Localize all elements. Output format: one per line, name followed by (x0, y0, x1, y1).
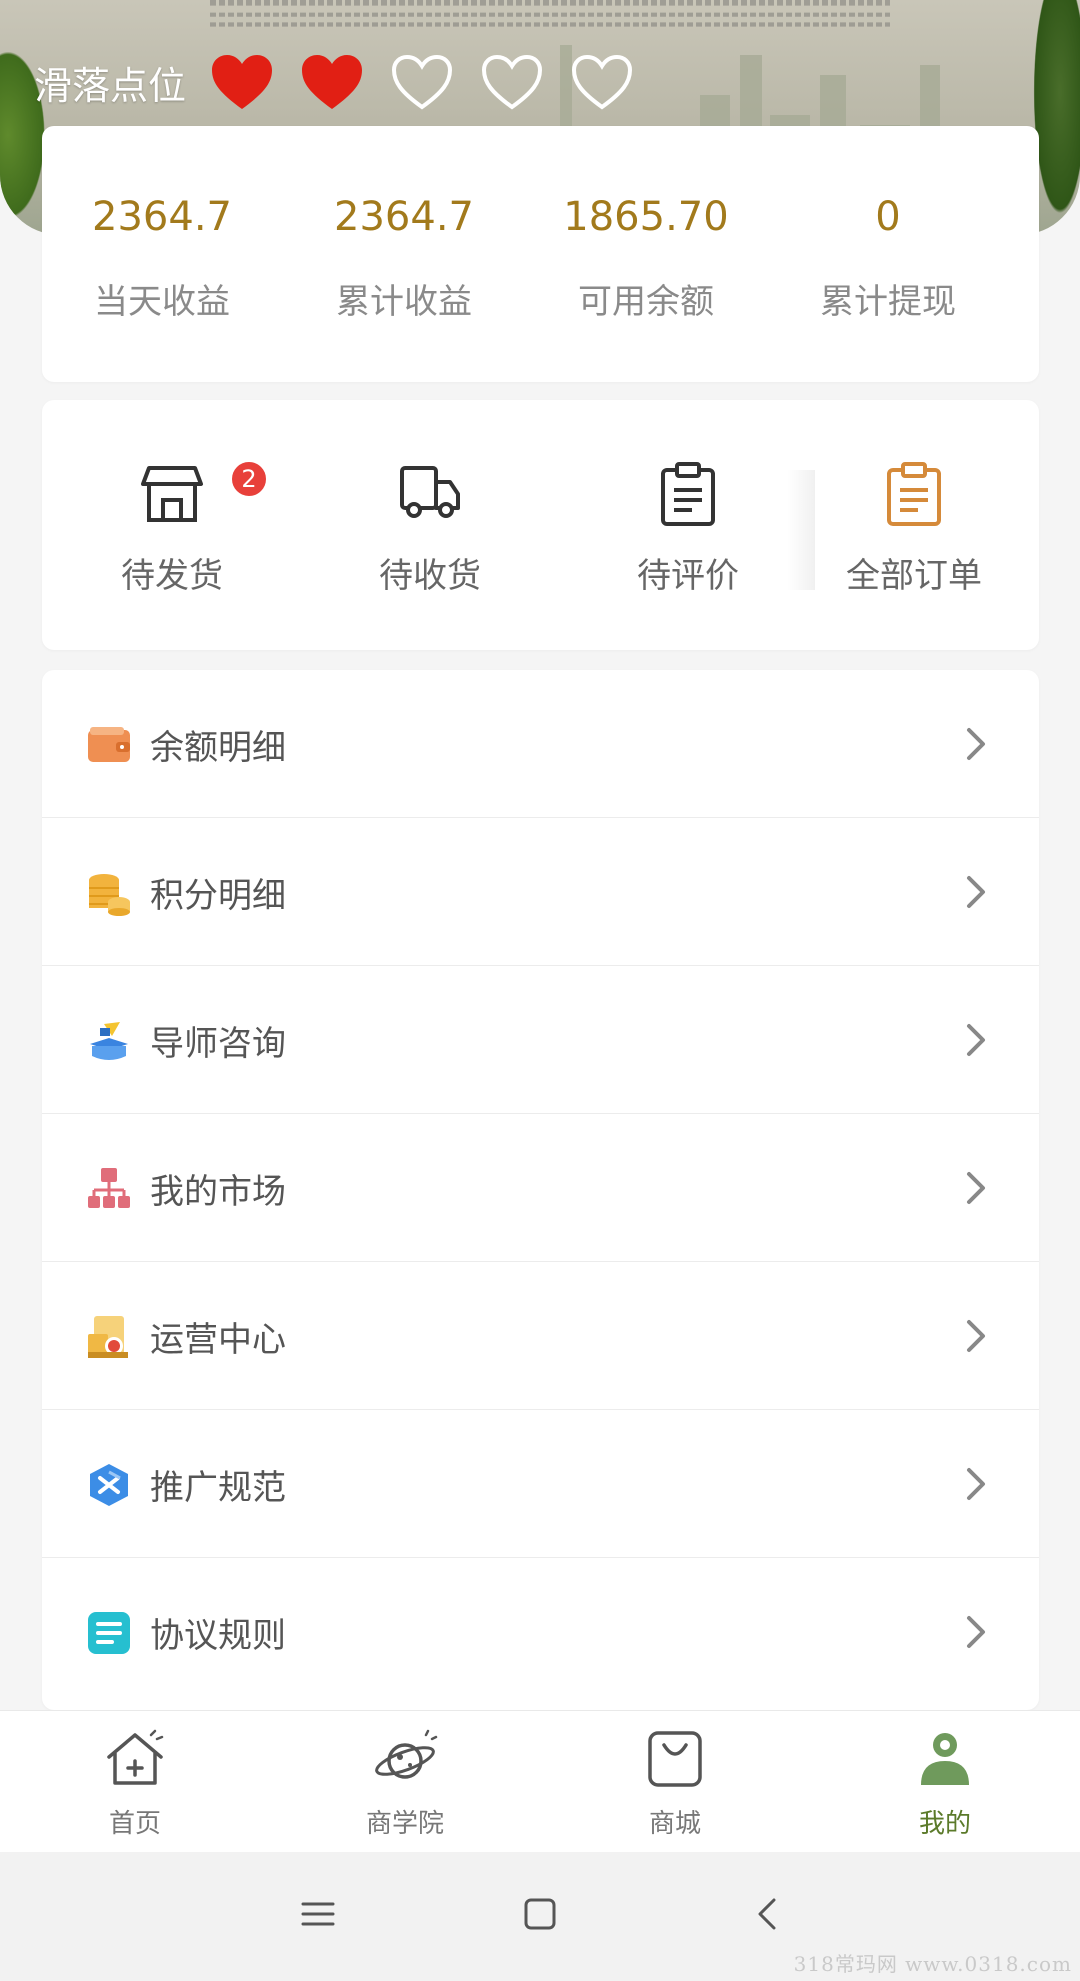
menu-label: 余额明细 (150, 728, 286, 768)
order-label: 待收货 (379, 556, 481, 596)
shopping-bag-icon (648, 1731, 702, 1787)
order-count-badge: 2 (230, 460, 268, 498)
user-icon (921, 1733, 969, 1785)
heart-outline-icon (392, 54, 453, 110)
org-chart-icon (88, 1168, 130, 1208)
stat-available-balance[interactable]: 1865.70 可用余额 (526, 126, 766, 382)
order-label: 待评价 (637, 556, 739, 596)
orders-card: 2 待发货 待收货 待评价 全部订单 (42, 400, 1039, 650)
tab-mine[interactable]: 我的 (810, 1711, 1080, 1853)
rating-row: 滑落点位 (34, 52, 660, 112)
heart-outline-icon (572, 54, 633, 110)
menu-item-operation-center[interactable]: 运营中心 (42, 1262, 1039, 1410)
back-icon[interactable] (752, 1894, 782, 1934)
chevron-right-icon (967, 1320, 985, 1352)
menu-icon[interactable] (300, 1894, 336, 1934)
chevron-right-icon (967, 1172, 985, 1204)
mentor-icon (90, 1022, 128, 1060)
promotion-rules-icon (90, 1464, 128, 1506)
menu-label: 我的市场 (150, 1172, 286, 1212)
chevron-right-icon (967, 1468, 985, 1500)
menu-item-mentor-consultation[interactable]: 导师咨询 (42, 966, 1039, 1114)
stat-label: 累计提现 (820, 282, 956, 322)
stat-label: 累计收益 (336, 282, 472, 322)
tab-label: 商学院 (365, 1809, 444, 1839)
menu-item-my-market[interactable]: 我的市场 (42, 1114, 1039, 1262)
wallet-icon (88, 727, 130, 762)
heart-filled-icon (212, 55, 273, 109)
operation-center-icon (88, 1316, 128, 1358)
tab-label: 我的 (918, 1809, 971, 1839)
stat-value: 1865.70 (563, 194, 729, 240)
watermark: 318常玛网 www.0318.com (793, 1952, 1072, 1976)
stat-today-earnings[interactable]: 2364.7 当天收益 (42, 126, 282, 382)
chevron-right-icon (967, 1024, 985, 1056)
order-label: 全部订单 (846, 556, 982, 596)
rating-label: 滑落点位 (34, 63, 187, 108)
clipboard-orange-icon (887, 462, 941, 526)
stat-label: 可用余额 (578, 282, 714, 322)
earnings-card: 2364.7 当天收益 2364.7 累计收益 1865.70 可用余额 0 累… (42, 126, 1039, 382)
menu-item-agreement-rules[interactable]: 协议规则 (42, 1558, 1039, 1706)
tab-label: 商城 (648, 1809, 701, 1839)
menu-list: 余额明细 积分明细 导师咨询 我的市场 运营中心 推广规范 协议规则 (42, 670, 1039, 1710)
stat-total-withdrawn[interactable]: 0 累计提现 (768, 126, 1008, 382)
document-icon (88, 1612, 130, 1654)
shop-icon (141, 466, 203, 522)
menu-item-balance-details[interactable]: 余额明细 (42, 670, 1039, 818)
home-square-icon[interactable] (522, 1894, 558, 1934)
chevron-right-icon (967, 728, 985, 760)
stat-value: 2364.7 (334, 194, 474, 240)
system-nav-bar: 318常玛网 www.0318.com (0, 1852, 1080, 1981)
order-all[interactable]: 全部订单 (804, 400, 1024, 650)
menu-label: 协议规则 (150, 1616, 286, 1656)
heart-outline-icon (482, 54, 543, 110)
menu-label: 积分明细 (150, 876, 286, 916)
menu-label: 运营中心 (150, 1320, 286, 1360)
tab-home[interactable]: 首页 (0, 1711, 270, 1853)
tab-mall[interactable]: 商城 (540, 1711, 810, 1853)
home-icon (107, 1729, 164, 1785)
truck-icon (400, 466, 460, 518)
stat-value: 2364.7 (92, 194, 232, 240)
stat-value: 0 (875, 194, 901, 240)
stat-label: 当天收益 (94, 282, 230, 322)
tab-business-school[interactable]: 商学院 (270, 1711, 540, 1853)
planet-icon (375, 1729, 438, 1779)
menu-label: 导师咨询 (150, 1024, 286, 1064)
chevron-right-icon (967, 1616, 985, 1648)
order-pending-shipment[interactable]: 2 待发货 (62, 400, 282, 650)
order-pending-receipt[interactable]: 待收货 (320, 400, 540, 650)
order-pending-review[interactable]: 待评价 (578, 400, 798, 650)
menu-item-promotion-rules[interactable]: 推广规范 (42, 1410, 1039, 1558)
order-label: 待发货 (121, 556, 223, 596)
tab-label: 首页 (108, 1809, 161, 1839)
chevron-right-icon (967, 876, 985, 908)
coins-icon (89, 874, 130, 916)
banner-decoration-text (210, 0, 890, 27)
bottom-tab-bar: 首页 商学院 商城 我的 (0, 1710, 1080, 1852)
clipboard-icon (661, 462, 715, 526)
menu-item-points-details[interactable]: 积分明细 (42, 818, 1039, 966)
heart-filled-icon (302, 55, 363, 109)
menu-label: 推广规范 (150, 1468, 286, 1508)
stat-total-earnings[interactable]: 2364.7 累计收益 (284, 126, 524, 382)
